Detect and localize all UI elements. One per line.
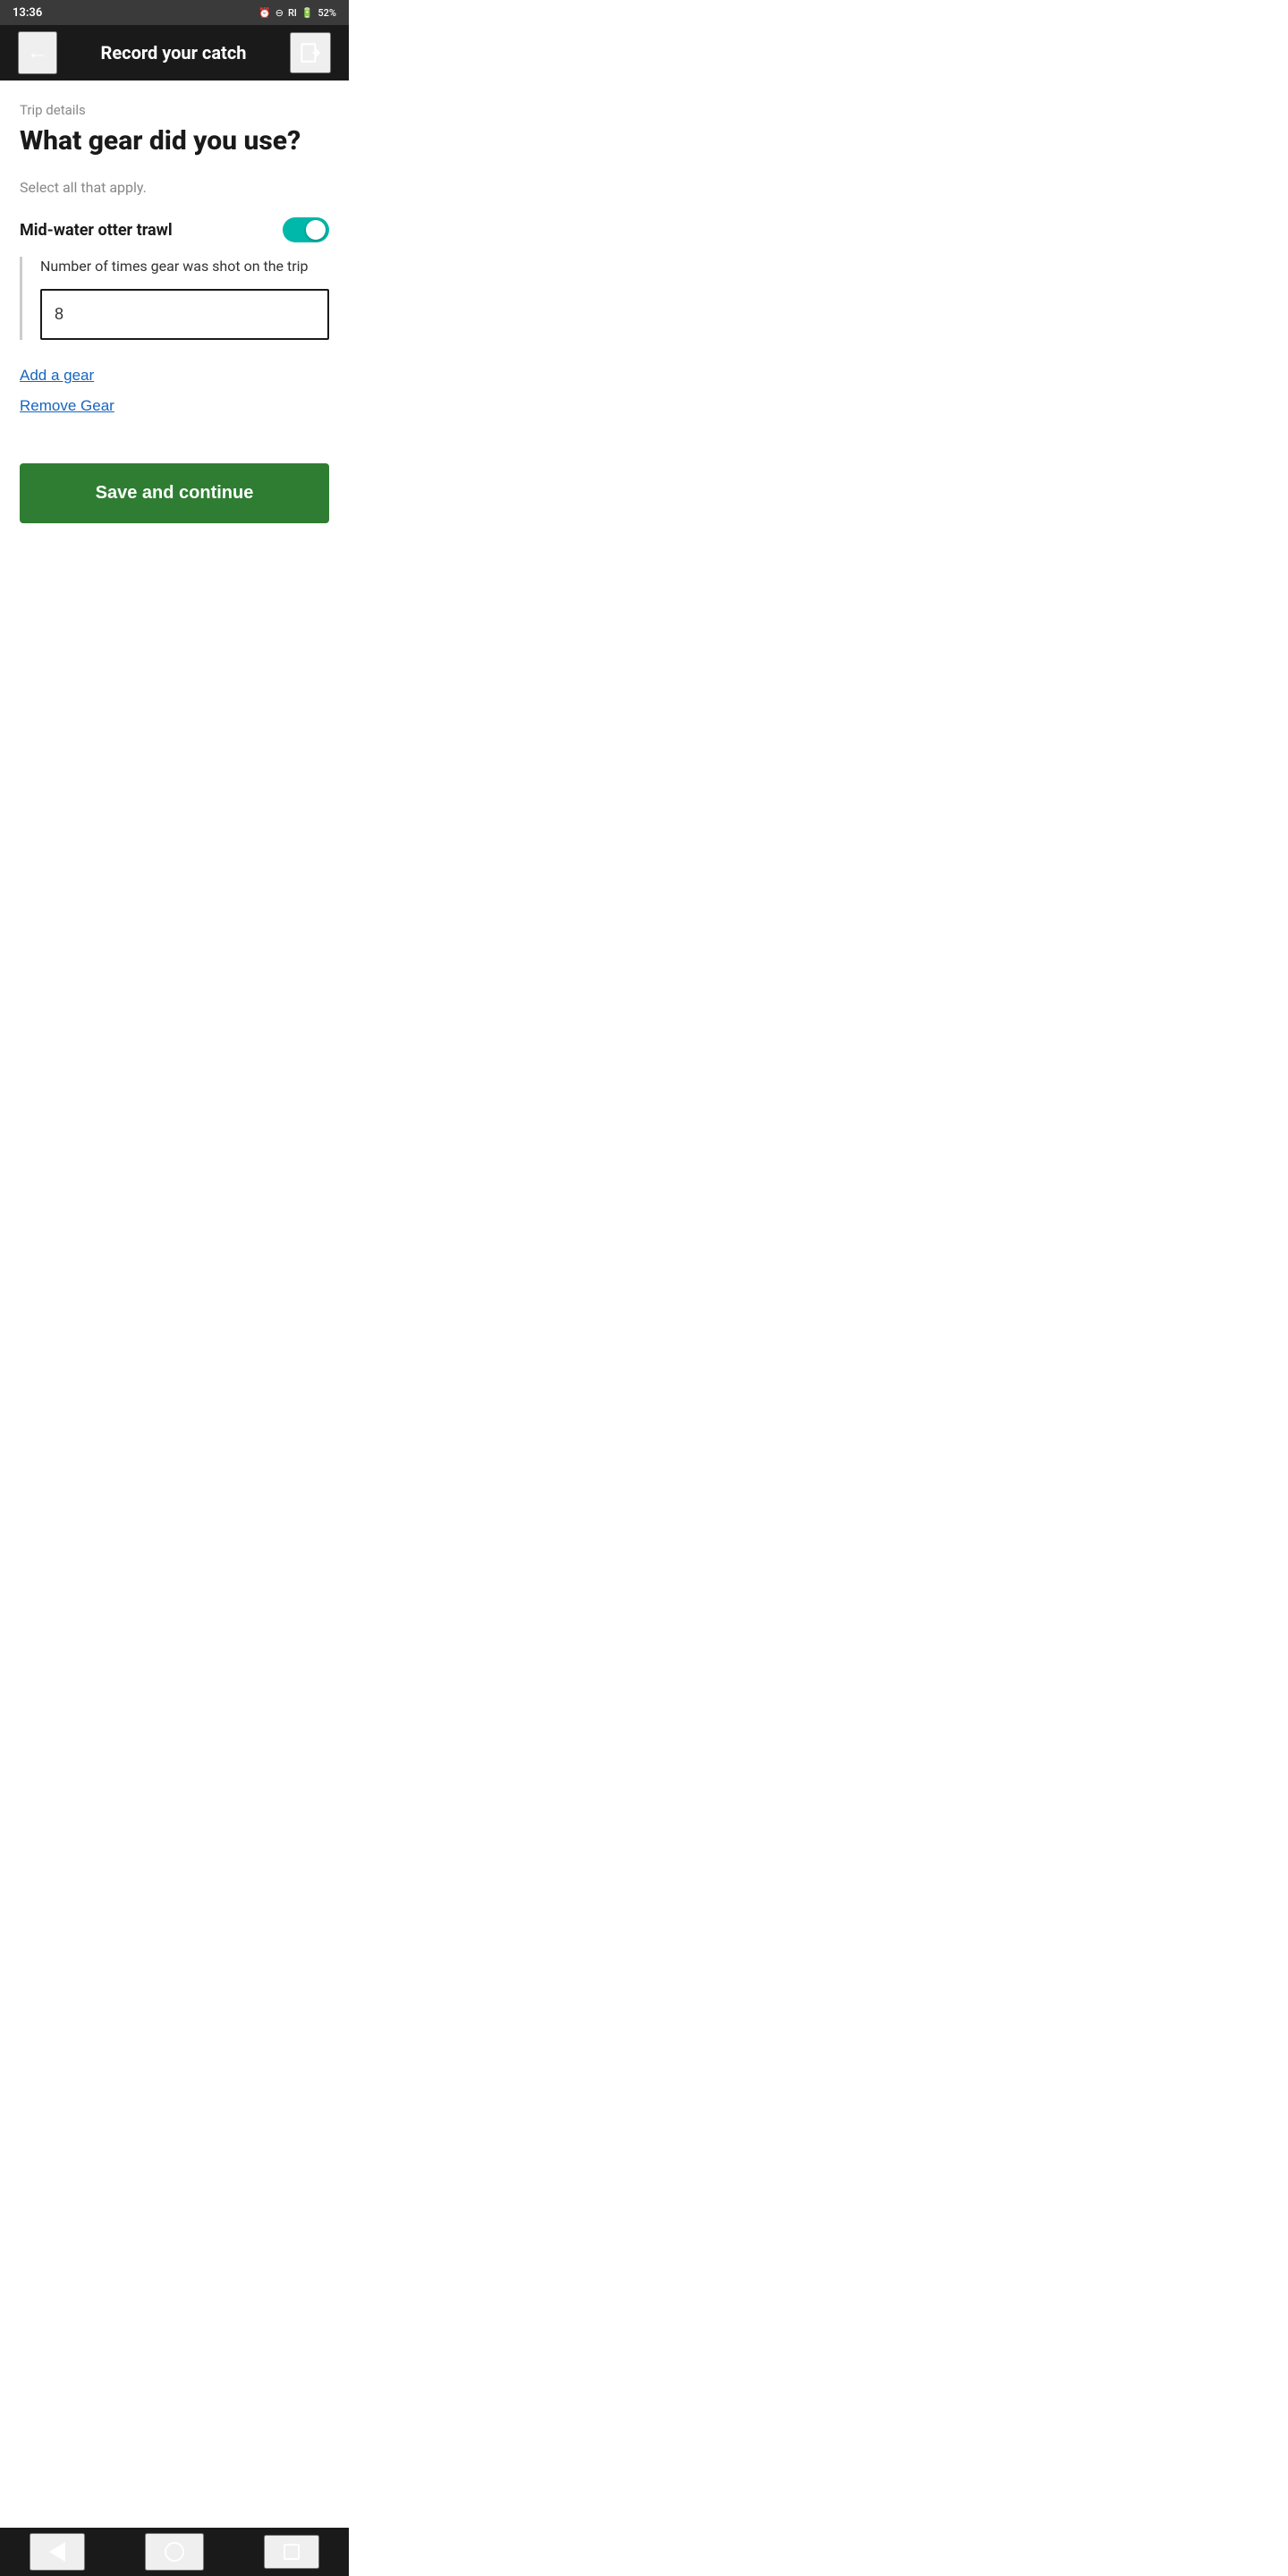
exit-icon [299, 41, 322, 64]
minus-circle-icon: ⊖ [275, 7, 284, 19]
bottom-nav [0, 2528, 349, 2576]
signal-icon: Rl [288, 7, 297, 19]
select-instruction: Select all that apply. [20, 179, 329, 196]
shot-label: Number of times gear was shot on the tri… [40, 257, 329, 276]
gear-toggle-container[interactable] [283, 217, 329, 242]
status-icons: ⏰ ⊖ Rl 🔋 52% [258, 7, 336, 19]
home-circle-icon [165, 2542, 184, 2562]
page-heading: What gear did you use? [20, 125, 329, 157]
remove-gear-link[interactable]: Remove Gear [20, 397, 329, 415]
gear-name: Mid-water otter trawl [20, 221, 173, 240]
recent-square-icon [284, 2544, 300, 2560]
exit-button[interactable] [290, 32, 331, 73]
shot-count-input[interactable] [40, 289, 329, 340]
nav-bar: ← Record your catch [0, 25, 349, 80]
bottom-recent-button[interactable] [264, 2535, 319, 2569]
back-triangle-icon [49, 2542, 65, 2562]
nav-title: Record your catch [57, 42, 290, 64]
action-links: Add a gear Remove Gear [20, 367, 329, 415]
gear-item: Mid-water otter trawl [20, 217, 329, 242]
save-continue-button[interactable]: Save and continue [20, 463, 329, 523]
alarm-icon: ⏰ [258, 7, 271, 19]
bottom-back-button[interactable] [30, 2533, 85, 2571]
battery-percent: 52% [318, 7, 336, 19]
add-gear-link[interactable]: Add a gear [20, 367, 329, 385]
back-arrow-icon: ← [27, 40, 48, 65]
gear-sub-section: Number of times gear was shot on the tri… [20, 257, 329, 340]
bottom-home-button[interactable] [145, 2533, 204, 2571]
gear-toggle[interactable] [283, 217, 329, 242]
trip-details-label: Trip details [20, 102, 329, 118]
status-bar: 13:36 ⏰ ⊖ Rl 🔋 52% [0, 0, 349, 25]
toggle-thumb [306, 220, 326, 240]
status-time: 13:36 [13, 6, 42, 20]
back-button[interactable]: ← [18, 31, 57, 74]
battery-icon: 🔋 [301, 7, 314, 19]
main-content: Trip details What gear did you use? Sele… [0, 80, 349, 436]
